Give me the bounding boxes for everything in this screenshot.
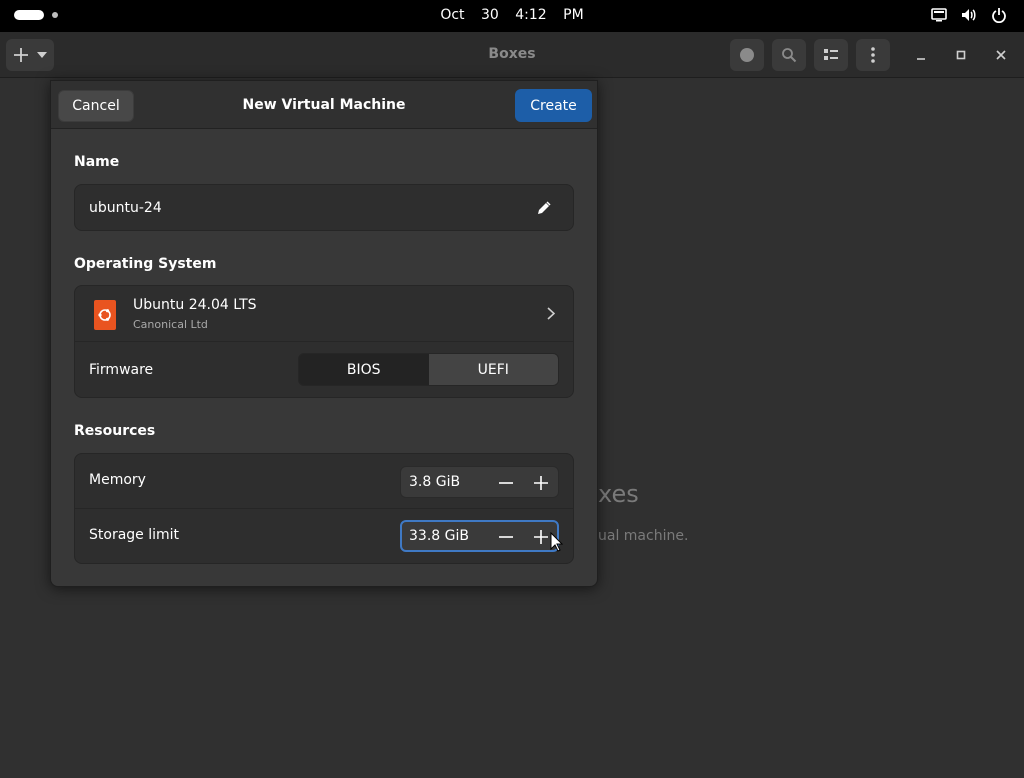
- storage-decrease-button[interactable]: [496, 527, 516, 547]
- system-tray[interactable]: [930, 6, 1008, 24]
- pencil-icon[interactable]: [535, 199, 553, 217]
- memory-decrease-button[interactable]: [496, 473, 516, 493]
- list-view-icon: [824, 49, 838, 60]
- view-toggle-button[interactable]: [814, 39, 848, 71]
- maximize-button[interactable]: [951, 45, 971, 65]
- minus-icon: [499, 482, 513, 484]
- firmware-bios-toggle[interactable]: BIOS: [299, 354, 429, 385]
- minimize-icon: [917, 58, 925, 60]
- mouse-cursor-icon: [550, 532, 564, 552]
- firmware-toggle-group: BIOS UEFI: [298, 353, 559, 386]
- firmware-uefi-toggle[interactable]: UEFI: [428, 354, 558, 385]
- name-input[interactable]: ubuntu-24: [89, 200, 162, 216]
- clock[interactable]: Oct 30 4:12 PM: [0, 7, 1024, 23]
- os-section-label: Operating System: [74, 256, 217, 272]
- menu-button[interactable]: [856, 39, 890, 71]
- power-icon[interactable]: [990, 6, 1008, 24]
- memory-increase-button[interactable]: [531, 473, 551, 493]
- system-top-bar: Oct 30 4:12 PM: [0, 0, 1024, 32]
- maximize-icon: [956, 50, 966, 60]
- screen-icon[interactable]: [930, 6, 948, 24]
- app-header-bar: Boxes: [0, 32, 1024, 78]
- plus-icon: [534, 476, 548, 490]
- os-vendor: Canonical Ltd: [133, 318, 208, 331]
- new-vm-dialog: Cancel New Virtual Machine Create Name u…: [50, 80, 598, 587]
- name-field[interactable]: ubuntu-24: [74, 184, 574, 231]
- circle-icon: [740, 48, 754, 62]
- create-button[interactable]: Create: [515, 89, 592, 122]
- memory-label: Memory: [89, 472, 146, 488]
- dialog-header: Cancel New Virtual Machine Create: [51, 81, 597, 129]
- storage-spinbutton[interactable]: 33.8 GiB: [400, 520, 559, 552]
- storage-increase-button[interactable]: [531, 527, 551, 547]
- volume-icon[interactable]: [960, 6, 978, 24]
- close-icon: [996, 50, 1006, 60]
- clock-time: 4:12 PM: [515, 7, 584, 23]
- clock-date: Oct 30: [440, 7, 499, 23]
- minimize-button[interactable]: [911, 45, 931, 65]
- resources-card: Memory 3.8 GiB Storage limit 33.8 GiB: [74, 453, 574, 564]
- minus-icon: [499, 536, 513, 538]
- plus-icon: [534, 530, 548, 544]
- os-name: Ubuntu 24.04 LTS: [133, 297, 257, 313]
- os-selector-row[interactable]: Ubuntu 24.04 LTS Canonical Ltd: [75, 286, 573, 342]
- search-icon: [782, 48, 797, 63]
- close-window-button[interactable]: [991, 45, 1011, 65]
- empty-state-title: xes: [598, 480, 639, 508]
- empty-state-subtitle: ual machine.: [598, 528, 689, 544]
- memory-spinbutton[interactable]: 3.8 GiB: [400, 466, 559, 498]
- firmware-label: Firmware: [89, 362, 154, 378]
- chevron-right-icon: [543, 305, 559, 321]
- os-card: Ubuntu 24.04 LTS Canonical Ltd Firmware …: [74, 285, 574, 398]
- search-button[interactable]: [772, 39, 806, 71]
- storage-value[interactable]: 33.8 GiB: [409, 528, 469, 544]
- ubuntu-logo-icon: [94, 300, 116, 330]
- record-button[interactable]: [730, 39, 764, 71]
- kebab-menu-icon: [871, 47, 875, 63]
- memory-value[interactable]: 3.8 GiB: [409, 474, 460, 490]
- name-section-label: Name: [74, 154, 120, 170]
- storage-label: Storage limit: [89, 527, 180, 543]
- resources-section-label: Resources: [74, 423, 156, 439]
- resources-divider: [75, 508, 573, 509]
